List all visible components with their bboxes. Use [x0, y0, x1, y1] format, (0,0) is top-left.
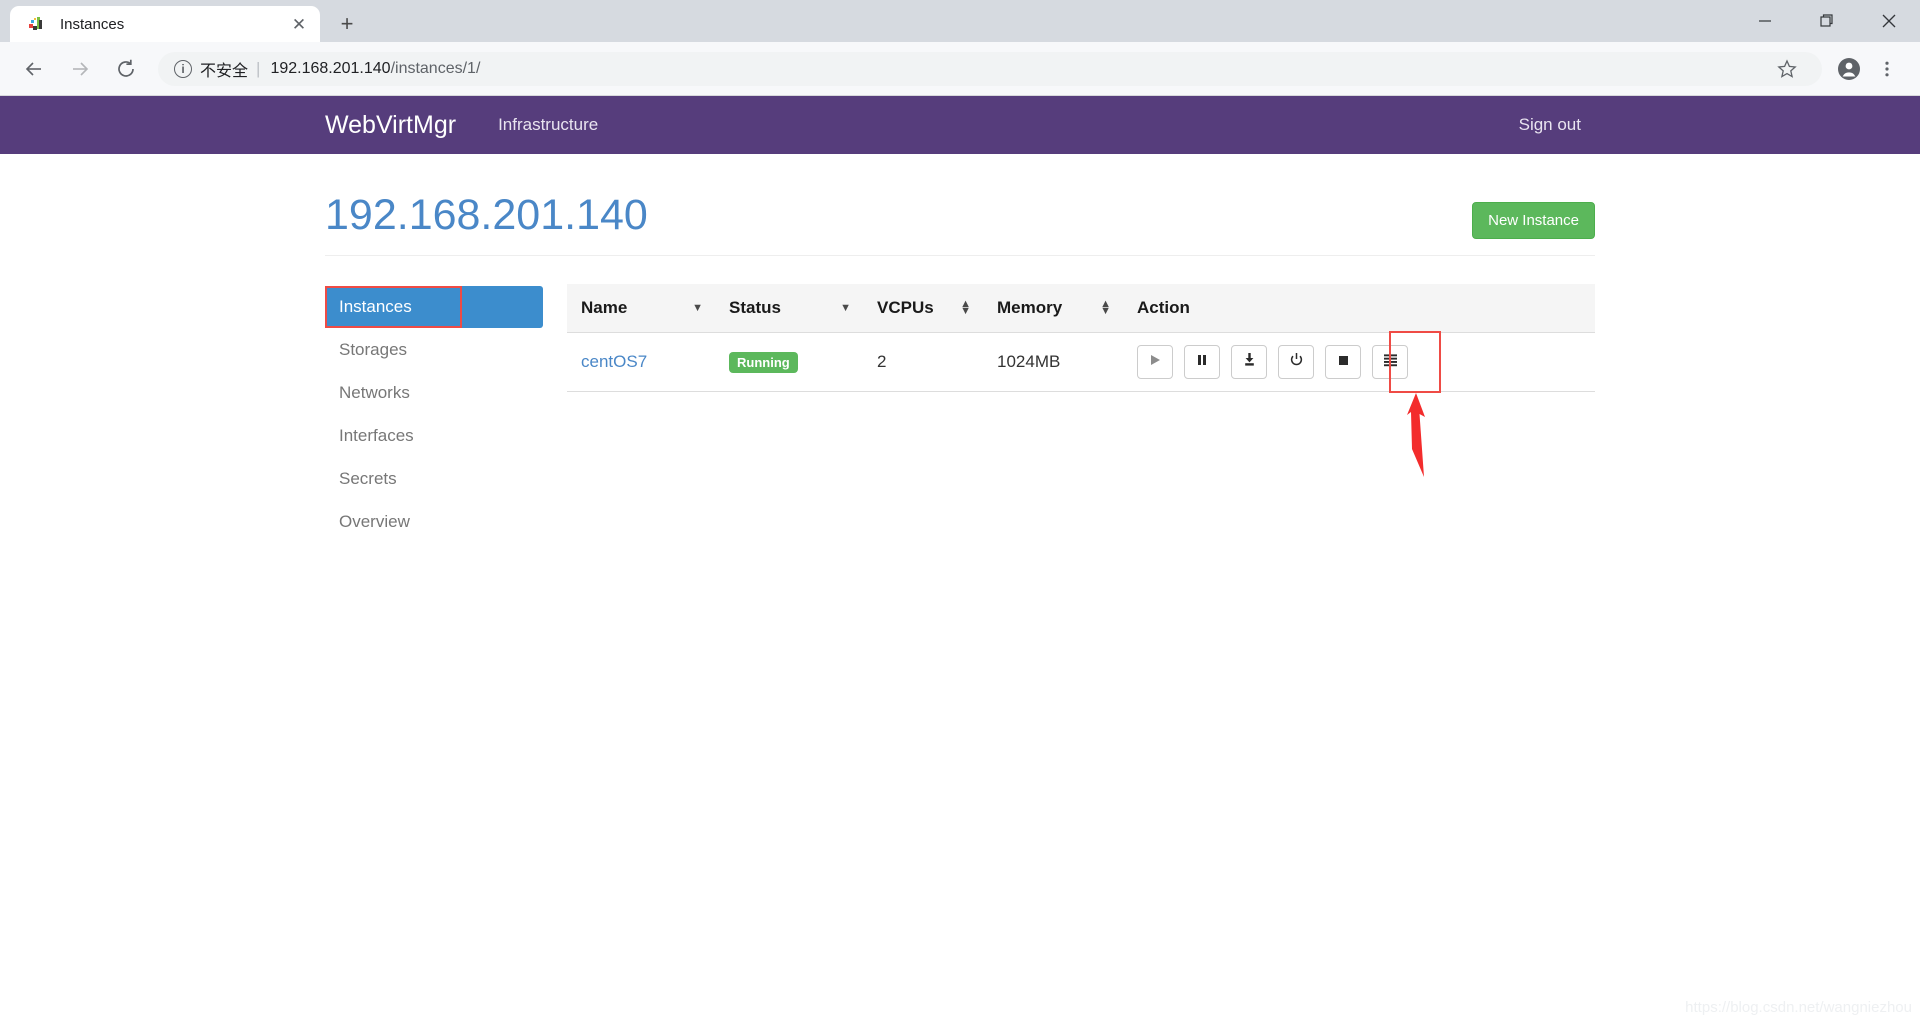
reload-icon[interactable] — [106, 49, 146, 89]
annotation-arrow — [1399, 393, 1433, 479]
tab-strip: Instances ✕ + — [0, 6, 368, 42]
column-label-memory: Memory — [997, 298, 1063, 317]
console-hamburger-icon — [1383, 352, 1398, 372]
cell-vcpus: 2 — [863, 332, 983, 392]
sidebar-item-secrets[interactable]: Secrets — [325, 458, 543, 500]
app-navbar: WebVirtMgr Infrastructure Sign out — [0, 96, 1920, 154]
snapshot-download-icon — [1242, 352, 1257, 372]
column-label-vcpus: VCPUs — [877, 298, 934, 317]
minimize-icon[interactable] — [1734, 0, 1796, 42]
sidebar-item-instances-wrap: Instances — [325, 286, 543, 328]
new-tab-button[interactable]: + — [326, 6, 368, 42]
instance-link-centos7[interactable]: centOS7 — [581, 352, 647, 371]
column-label-status: Status — [729, 298, 781, 317]
omnibox-separator: | — [256, 58, 261, 78]
close-icon[interactable]: ✕ — [288, 13, 310, 35]
sign-out-link[interactable]: Sign out — [1505, 115, 1595, 135]
cell-name: centOS7 — [567, 332, 715, 392]
omnibox-right — [1768, 50, 1806, 88]
column-label-name: Name — [581, 298, 628, 317]
webvirtmgr-favicon — [28, 15, 46, 33]
sidebar-item-interfaces[interactable]: Interfaces — [325, 415, 543, 457]
info-circle-icon[interactable]: i — [174, 59, 192, 78]
tab-title: Instances — [60, 15, 125, 33]
nav-link-infrastructure[interactable]: Infrastructure — [484, 115, 612, 135]
app-brand[interactable]: WebVirtMgr — [325, 111, 456, 140]
status-badge: Running — [729, 351, 798, 373]
new-instance-button[interactable]: New Instance — [1472, 202, 1595, 239]
table-head: Name ▼ Status ▼ VCPUs ▲ ▼ Memory ▲ ▼ Act… — [567, 284, 1595, 333]
browser-tab[interactable]: Instances ✕ — [10, 6, 320, 42]
sort-updown-icon: ▲ ▼ — [960, 298, 971, 317]
address-bar[interactable]: i 不安全 | 192.168.201.140/instances/1/ — [158, 50, 1822, 88]
stop-icon — [1337, 352, 1350, 372]
window-controls — [1734, 0, 1920, 42]
back-arrow-icon[interactable] — [14, 49, 54, 89]
sidebar-item-storages[interactable]: Storages — [325, 329, 543, 371]
forward-arrow-icon — [60, 49, 100, 89]
column-label-action: Action — [1137, 298, 1190, 317]
watermark-text: https://blog.csdn.net/wangniezhou — [1685, 999, 1912, 1016]
sort-updown-icon: ▲ ▼ — [1100, 298, 1111, 317]
instances-table-wrap: Name ▼ Status ▼ VCPUs ▲ ▼ Memory ▲ ▼ Act… — [543, 284, 1595, 544]
page-container: 192.168.201.140 New Instance Instances S… — [325, 154, 1595, 544]
column-header-memory[interactable]: Memory ▲ ▼ — [983, 284, 1123, 333]
sidebar-item-networks[interactable]: Networks — [325, 372, 543, 414]
cell-status: Running — [715, 332, 863, 392]
page-header: 192.168.201.140 New Instance — [325, 154, 1595, 252]
table-header-row: Name ▼ Status ▼ VCPUs ▲ ▼ Memory ▲ ▼ Act… — [567, 284, 1595, 333]
sidebar-nav: Instances Storages Networks Interfaces S… — [325, 284, 543, 544]
webvirtmgr-app: WebVirtMgr Infrastructure Sign out 192.1… — [0, 96, 1920, 1030]
sort-caret-down-icon: ▼ — [692, 301, 703, 314]
cell-action — [1123, 331, 1595, 477]
play-button[interactable] — [1137, 345, 1173, 379]
security-label: 不安全 — [200, 62, 249, 80]
browser-titlebar: Instances ✕ + — [0, 0, 1920, 42]
column-header-name[interactable]: Name ▼ — [567, 284, 715, 333]
stop-button[interactable] — [1325, 345, 1361, 379]
power-button[interactable] — [1278, 345, 1314, 379]
sidebar-item-overview[interactable]: Overview — [325, 501, 543, 543]
table-body: centOS7 Running 2 1024MB — [567, 331, 1595, 477]
column-header-status[interactable]: Status ▼ — [715, 284, 863, 333]
page-content: Instances Storages Networks Interfaces S… — [325, 256, 1595, 544]
url-path: /instances/1/ — [390, 59, 481, 77]
url-host: 192.168.201.140 — [270, 59, 391, 77]
action-button-group — [1137, 331, 1583, 477]
column-header-action: Action — [1123, 284, 1595, 333]
snapshot-button[interactable] — [1231, 345, 1267, 379]
maximize-icon[interactable] — [1796, 0, 1858, 42]
three-dot-menu-icon[interactable] — [1868, 50, 1906, 88]
column-header-vcpus[interactable]: VCPUs ▲ ▼ — [863, 284, 983, 333]
console-hamburger-button[interactable] — [1372, 345, 1408, 379]
power-icon — [1289, 352, 1304, 372]
browser-toolbar: i 不安全 | 192.168.201.140/instances/1/ — [0, 42, 1920, 96]
table-row: centOS7 Running 2 1024MB — [567, 331, 1595, 477]
profile-avatar-icon[interactable] — [1830, 50, 1868, 88]
window-close-icon[interactable] — [1858, 0, 1920, 42]
pause-icon — [1195, 352, 1209, 372]
browser-chrome: Instances ✕ + i 不安全 | 192.168.201.140/in… — [0, 0, 1920, 96]
pause-button[interactable] — [1184, 345, 1220, 379]
sidebar-item-instances[interactable]: Instances — [325, 286, 543, 328]
address-bar-url: 192.168.201.140/instances/1/ — [270, 60, 480, 78]
star-icon[interactable] — [1768, 50, 1806, 88]
play-icon — [1148, 352, 1162, 372]
page-title: 192.168.201.140 — [325, 191, 648, 239]
sort-caret-down-icon: ▼ — [840, 301, 851, 314]
instances-table: Name ▼ Status ▼ VCPUs ▲ ▼ Memory ▲ ▼ Act… — [567, 284, 1595, 477]
cell-memory: 1024MB — [983, 332, 1123, 392]
